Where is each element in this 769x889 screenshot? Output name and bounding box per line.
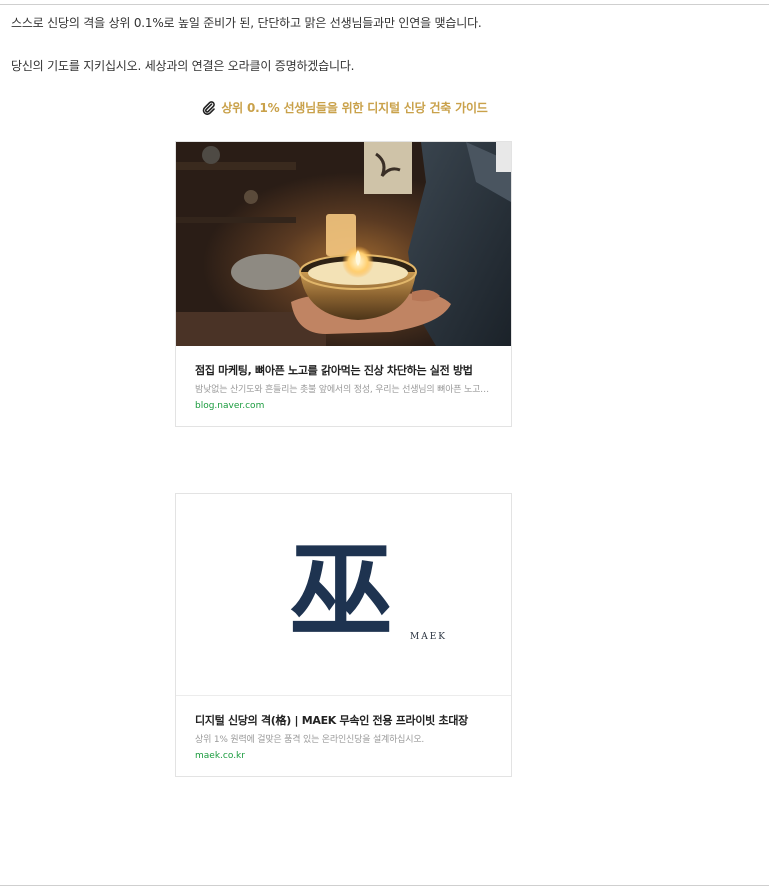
card-description: 상위 1% 원력에 걸맞은 품격 있는 온라인신당을 설계하십시오.	[195, 735, 425, 745]
card-title: 디지털 신당의 격(格) | MAEK 무속인 전용 프라이빗 초대장	[195, 714, 468, 727]
link-preview-card-blog[interactable]: 점집 마케팅, 뼈아픈 노고를 갉아먹는 진상 차단하는 실전 방법 밤낮없는 …	[175, 141, 512, 427]
link-preview-card-maek[interactable]: 巫 MAEK 디지털 신당의 격(格) | MAEK 무속인 전용 프라이빗 초…	[175, 493, 512, 777]
card-description: 밤낮없는 산기도와 흔들리는 촛불 앞에서의 정성, 우리는 선생님의 뼈아픈 …	[195, 385, 495, 395]
guide-link-label: 상위 0.1% 선생님들을 위한 디지털 신당 건축 가이드	[221, 101, 488, 115]
top-divider	[0, 4, 769, 5]
intro-paragraph: 스스로 신당의 격을 상위 0.1%로 높일 준비가 된, 단단하고 맑은 선생…	[11, 16, 482, 30]
maek-logo-glyph: 巫	[288, 529, 393, 652]
bottom-divider	[0, 885, 769, 886]
maek-logo-wordmark: MAEK	[410, 632, 448, 642]
card-title: 점집 마케팅, 뼈아픈 노고를 갉아먹는 진상 차단하는 실전 방법	[195, 364, 473, 377]
card-host-link[interactable]: maek.co.kr	[195, 751, 245, 761]
prayer-paragraph: 당신의 기도를 지키십시오. 세상과의 연결은 오라클이 증명하겠습니다.	[11, 59, 355, 73]
maek-logo-image: 巫 MAEK	[176, 494, 511, 696]
paperclip-icon	[202, 101, 216, 115]
card-host-link[interactable]: blog.naver.com	[195, 401, 264, 411]
guide-link[interactable]: 상위 0.1% 선생님들을 위한 디지털 신당 건축 가이드	[0, 99, 690, 116]
singing-bowl-candle-photo	[176, 142, 511, 346]
